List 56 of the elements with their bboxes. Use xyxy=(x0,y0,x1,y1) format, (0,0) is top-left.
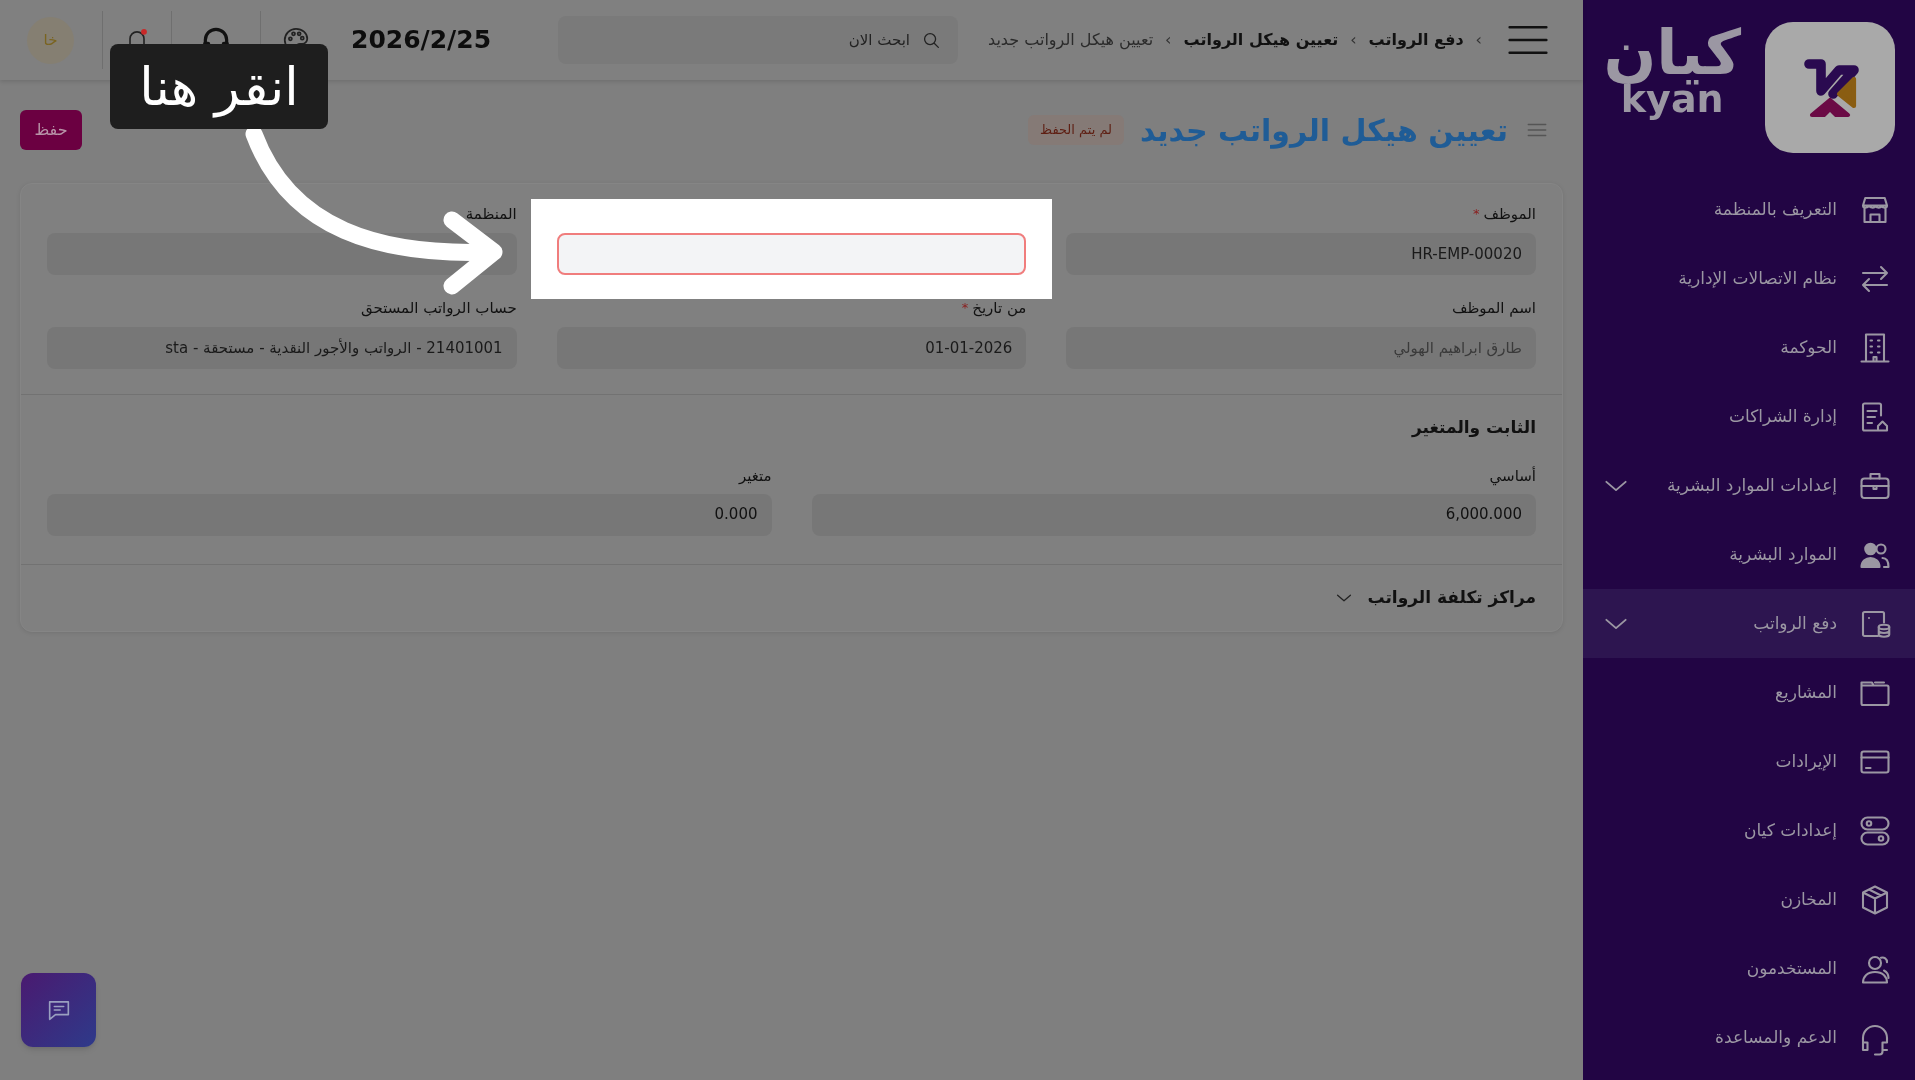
input-field[interactable]: 0.000 xyxy=(47,493,772,536)
breadcrumb-link[interactable]: تعيين هيكل الرواتب xyxy=(1183,28,1339,52)
sidebar-item-label: نظام الاتصالات الإدارية xyxy=(1678,266,1837,290)
required-asterisk: * xyxy=(961,299,969,318)
field-label: من تاريخ xyxy=(972,297,1027,319)
sidebar-item-label: إعدادات الموارد البشرية xyxy=(1666,473,1837,497)
field-label: اسم الموظف xyxy=(1451,297,1536,319)
sidebar-item[interactable]: المستخدمون xyxy=(1583,934,1915,1003)
sidebar-item-label: إدارة الشراكات xyxy=(1729,404,1837,428)
input-field[interactable]: 6,000.000 xyxy=(811,493,1536,536)
sidebar-item[interactable]: الدعم والمساعدة xyxy=(1583,1003,1915,1072)
sidebar-item[interactable]: دفع الرواتب xyxy=(1583,589,1915,658)
sidebar-item[interactable]: الموارد البشرية xyxy=(1583,520,1915,589)
field-label: حساب الرواتب المستحق xyxy=(360,297,517,319)
sidebar-item-label: الحوكمة xyxy=(1780,335,1837,359)
sidebar-item-label: الإيرادات xyxy=(1775,749,1837,773)
sidebar-item-label: المستخدمون xyxy=(1746,956,1837,980)
date-label: 2026/2/25 xyxy=(351,24,492,57)
sidebar-item-label: التعريف بالمنظمة xyxy=(1713,197,1837,221)
sidebar-item[interactable]: التعريف بالمنظمة xyxy=(1583,175,1915,244)
sidebar-item-label: الدعم والمساعدة xyxy=(1715,1025,1837,1049)
input-field[interactable]: 01-01-2026 xyxy=(556,327,1027,369)
sidebar-item-label: المخازن xyxy=(1780,887,1837,911)
page-title: تعيين هيكل الرواتب جديد xyxy=(1140,111,1508,151)
breadcrumb-separator: › xyxy=(1350,29,1357,51)
chat-button[interactable] xyxy=(21,973,96,1047)
sidebar-item[interactable]: المشاريع xyxy=(1583,658,1915,727)
search-field[interactable]: ابحث الان xyxy=(558,16,958,64)
field-label: متغير xyxy=(737,465,772,485)
field-label: المنظمة xyxy=(465,203,517,225)
sidebar-item[interactable]: إدارة الشراكات xyxy=(1583,382,1915,451)
sidebar-item[interactable]: إعدادات كيان xyxy=(1583,796,1915,865)
field-label: أساسي xyxy=(1488,465,1536,485)
sidebar-item[interactable]: المخازن xyxy=(1583,865,1915,934)
sidebar-item[interactable]: إعدادات الموارد البشرية xyxy=(1583,451,1915,520)
section-title: الثابت والمتغير xyxy=(1410,416,1536,440)
field-label: الموظف xyxy=(1483,203,1536,225)
breadcrumb-link[interactable]: دفع الرواتب xyxy=(1368,28,1464,52)
breadcrumb-current: تعيين هيكل الرواتب جديد xyxy=(988,29,1154,52)
sidebar-item-label: المشاريع xyxy=(1774,680,1837,705)
sidebar-item[interactable]: نظام الاتصالات الإدارية xyxy=(1583,244,1915,313)
input-field[interactable] xyxy=(556,233,1027,275)
sidebar-item-label: الموارد البشرية xyxy=(1729,542,1837,566)
breadcrumb-separator: › xyxy=(1475,29,1482,51)
sidebar-item[interactable]: الإيرادات xyxy=(1583,727,1915,796)
input-field[interactable]: HR-EMP-00020 xyxy=(1066,233,1536,275)
tooltip: انقر هنا xyxy=(110,44,328,129)
sidebar-item-label: إعدادات كيان xyxy=(1743,818,1837,842)
sidebar-item-label: دفع الرواتب xyxy=(1753,611,1837,636)
required-asterisk: * xyxy=(1472,205,1480,224)
input-field[interactable]: 21401001 - الرواتب والأجور النقدية - مستحقة - sta xyxy=(47,327,517,369)
collapsible-header[interactable]: مراكز تكلفة الرواتب xyxy=(21,564,1562,631)
status-badge: لم يتم الحفظ xyxy=(1028,115,1124,145)
breadcrumb-separator: › xyxy=(1165,29,1172,51)
sidebar-item[interactable]: الحوكمة xyxy=(1583,313,1915,382)
save-button[interactable]: حفظ xyxy=(20,110,82,150)
